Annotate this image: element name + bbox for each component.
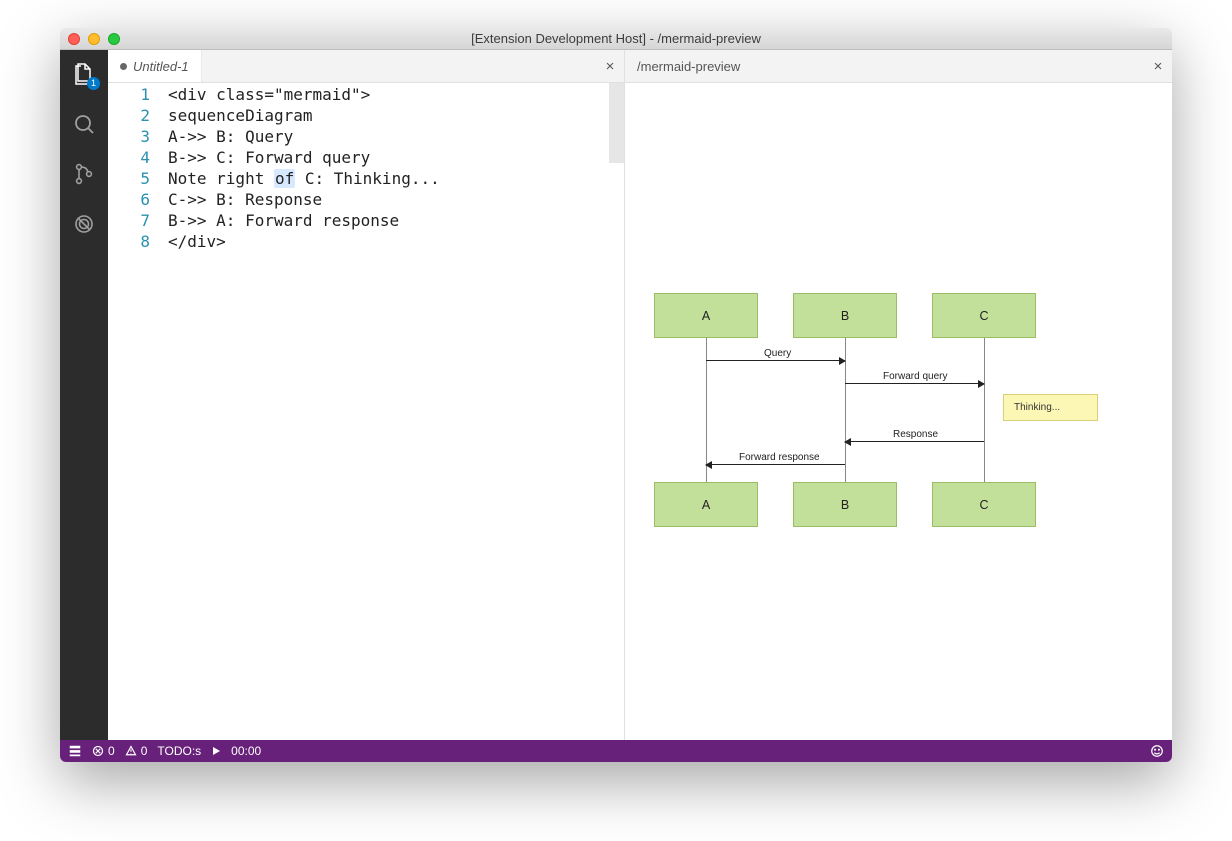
actor-c-bottom: C [932,482,1036,527]
editor-group: Untitled-1 × 12345678 <div class="mermai… [108,50,1172,740]
activity-bar: 1 [60,50,108,740]
editor-pane-code: Untitled-1 × 12345678 <div class="mermai… [108,50,625,740]
source-control-icon[interactable] [68,158,100,190]
debug-icon[interactable] [68,208,100,240]
actor-c-top: C [932,293,1036,338]
status-feedback-icon[interactable] [1150,744,1164,758]
dirty-indicator-icon [120,63,127,70]
app-window: [Extension Development Host] - /mermaid-… [60,28,1172,762]
tab-label: Untitled-1 [133,59,189,74]
arrow-response [845,441,984,442]
statusbar: 0 0 TODO:s 00:00 [60,740,1172,762]
status-errors[interactable]: 0 [92,744,115,758]
tab-preview[interactable]: /mermaid-preview [625,50,752,82]
maximize-window-button[interactable] [108,33,120,45]
status-time[interactable]: 00:00 [231,744,261,758]
traffic-lights [60,33,120,45]
arrow-forward-query [845,383,984,384]
mermaid-preview: A B C Query Forward query Thinking... Re… [625,83,1172,740]
main-area: 1 [60,50,1172,740]
minimize-window-button[interactable] [88,33,100,45]
code-content[interactable]: <div class="mermaid">sequenceDiagramA->>… [168,83,624,740]
actor-a-top: A [654,293,758,338]
code-editor[interactable]: 12345678 <div class="mermaid">sequenceDi… [108,83,624,740]
tab-label: /mermaid-preview [637,59,740,74]
minimap[interactable] [609,83,624,163]
explorer-icon[interactable]: 1 [68,58,100,90]
search-icon[interactable] [68,108,100,140]
editor-pane-preview: /mermaid-preview × A B C [625,50,1172,740]
tab-close-button[interactable]: × [1150,58,1166,74]
titlebar[interactable]: [Extension Development Host] - /mermaid-… [60,28,1172,50]
status-remote-icon[interactable] [68,744,82,758]
line-number-gutter: 12345678 [108,83,168,740]
status-warnings[interactable]: 0 [125,744,148,758]
label-forward-query: Forward query [883,371,947,382]
status-todo[interactable]: TODO:s [157,744,201,758]
tab-untitled[interactable]: Untitled-1 [108,50,202,82]
arrow-forward-response [706,464,845,465]
tab-close-button[interactable]: × [602,58,618,74]
label-query: Query [764,348,791,359]
actor-a-bottom: A [654,482,758,527]
actor-b-top: B [793,293,897,338]
tabs-right: /mermaid-preview × [625,50,1172,83]
status-play-icon[interactable] [211,746,221,756]
tabs-left: Untitled-1 × [108,50,624,83]
label-response: Response [893,429,938,440]
note-thinking: Thinking... [1003,394,1098,421]
actor-b-bottom: B [793,482,897,527]
arrow-query [706,360,845,361]
explorer-badge: 1 [87,77,100,90]
lifeline-c [984,338,985,482]
close-window-button[interactable] [68,33,80,45]
window-title: [Extension Development Host] - /mermaid-… [60,31,1172,46]
label-forward-response: Forward response [739,452,820,463]
